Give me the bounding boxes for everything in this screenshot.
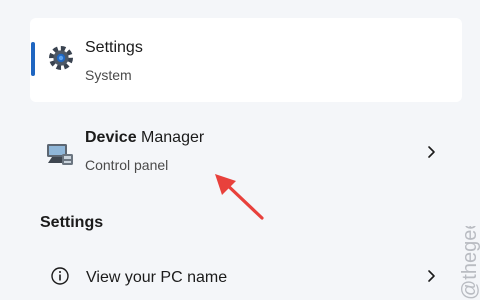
settings-result-subtitle: System [85,67,132,83]
settings-section-heading: Settings [40,214,104,231]
settings-item-label: View your PC name [86,269,228,286]
annotation-arrow [215,174,264,220]
gear-icon [49,46,73,70]
device-manager-title-rest: Manager [136,129,205,146]
settings-result-card[interactable] [30,18,462,102]
chevron-right-icon[interactable] [426,268,438,284]
device-manager-subtitle: Control panel [85,157,169,173]
device-manager-title: Device Manager [85,128,204,148]
watermark: @thegeekpage [456,226,480,300]
device-manager-icon [47,144,73,165]
watermark-text: @thegeekpage [459,226,480,300]
device-manager-title-bold: Device [85,129,137,146]
info-icon [51,267,69,285]
selection-accent-bar [31,42,35,76]
chevron-right-icon[interactable] [426,144,438,160]
settings-result-title: Settings [85,39,143,56]
